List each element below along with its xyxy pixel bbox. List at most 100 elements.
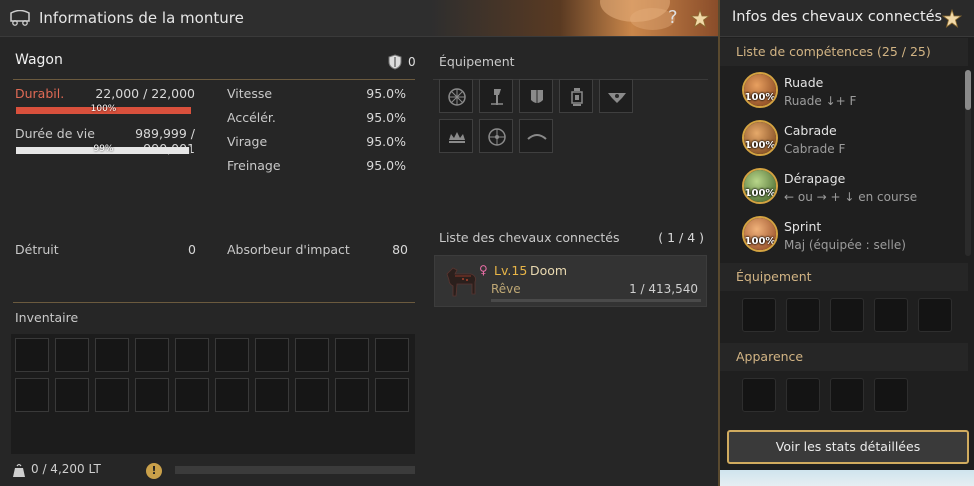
yoke-icon (527, 134, 547, 140)
equipment-slot[interactable] (599, 79, 633, 113)
skills-section-header: Liste de compétences (25 / 25) (720, 38, 968, 66)
armor-plate-icon (531, 90, 543, 103)
horse-appearance-slot[interactable] (786, 378, 820, 412)
horse-equipment-slot[interactable] (874, 298, 908, 332)
help-button[interactable]: ? (668, 7, 678, 28)
emblem-icon (608, 93, 626, 103)
inventory-slot[interactable] (175, 338, 209, 372)
star-emblem-icon[interactable] (690, 9, 710, 29)
skill-keys: ← ou → + ↓ en course (784, 190, 918, 204)
horse-experience: 1 / 413,540 (629, 282, 698, 296)
skill-name: Cabrade (784, 123, 837, 138)
inventory-slot[interactable] (95, 338, 129, 372)
wheel-spoke-icon (488, 128, 506, 146)
stat-value-braking: 95.0% (366, 158, 406, 173)
inventory-slot[interactable] (375, 378, 409, 412)
inventory-slot[interactable] (215, 378, 249, 412)
stat-value-turning: 95.0% (366, 134, 406, 149)
durability-percent: 100% (90, 104, 117, 114)
inventory-grid (11, 334, 415, 454)
inventory-slot[interactable] (135, 338, 169, 372)
impact-absorber-label: Absorbeur d'impact (227, 242, 350, 257)
warning-icon[interactable]: ! (146, 463, 162, 479)
lifespan-bar: 99% (16, 144, 191, 154)
horse-equipment-slot[interactable] (742, 298, 776, 332)
connected-horse-panel: Infos des chevaux connectés Liste de com… (718, 0, 974, 486)
inventory-slot[interactable] (15, 338, 49, 372)
window-title: Informations de la monture (39, 9, 244, 27)
skill-rear-icon[interactable]: 100% (742, 120, 778, 156)
horse-appearance-slot[interactable] (830, 378, 864, 412)
mount-name: Wagon (15, 52, 63, 68)
inventory-slot[interactable] (95, 378, 129, 412)
inventory-slot[interactable] (335, 378, 369, 412)
equipment-section-header: Équipement (720, 263, 968, 291)
inventory-slot[interactable] (175, 378, 209, 412)
inventory-slot[interactable] (255, 338, 289, 372)
destroyed-label: Détruit (15, 242, 59, 257)
inventory-slot[interactable] (295, 338, 329, 372)
durability-bar: 100% (16, 104, 191, 114)
divider (13, 79, 415, 80)
star-emblem-icon[interactable] (942, 9, 962, 29)
appearance-heading: Apparence (736, 349, 804, 364)
destroyed-value: 0 (188, 242, 196, 257)
skill-sprint-icon[interactable]: 100% (742, 216, 778, 252)
side-panel-title: Infos des chevaux connectés (732, 9, 943, 25)
scrollbar-thumb[interactable] (965, 70, 971, 110)
inventory-slot[interactable] (215, 338, 249, 372)
inventory-slot[interactable] (295, 378, 329, 412)
equipment-slot[interactable] (519, 79, 553, 113)
skill-kick-icon[interactable]: 100% (742, 72, 778, 108)
equipment-slot[interactable] (439, 79, 473, 113)
crown-icon (449, 132, 465, 143)
horse-appearance-slot[interactable] (874, 378, 908, 412)
divider (13, 302, 415, 303)
connected-horses-heading: Liste des chevaux connectés (439, 230, 620, 245)
stat-label-acceleration: Accélér. (227, 110, 276, 125)
horse-portrait-icon (446, 267, 476, 297)
stat-label-speed: Vitesse (227, 86, 273, 101)
skills-scrollbar[interactable] (965, 70, 971, 256)
horse-level: Lv.15 (494, 263, 528, 278)
equipment-slot[interactable] (479, 79, 513, 113)
inventory-heading: Inventaire (15, 310, 79, 325)
inventory-slot[interactable] (335, 338, 369, 372)
equipment-slot[interactable] (519, 119, 553, 153)
view-detailed-stats-button[interactable]: Voir les stats détaillées (727, 430, 969, 464)
equipment-slot[interactable] (559, 79, 593, 113)
inventory-slot[interactable] (55, 378, 89, 412)
horse-equipment-slot[interactable] (830, 298, 864, 332)
inventory-slot[interactable] (255, 378, 289, 412)
horse-appearance-slot[interactable] (742, 378, 776, 412)
inventory-slot[interactable] (15, 378, 49, 412)
shield-icon (388, 54, 402, 70)
inventory-slot[interactable] (375, 338, 409, 372)
side-title-bar: Infos des chevaux connectés (720, 0, 974, 37)
weight-bar (175, 466, 415, 474)
horse-equipment-slot[interactable] (918, 298, 952, 332)
skill-keys: Cabrade F (784, 142, 846, 156)
lifespan-percent: 99% (93, 144, 114, 154)
horse-equipment-slot[interactable] (786, 298, 820, 332)
durability-label: Durabil. (15, 86, 65, 101)
inventory-weight: 0 / 4,200 LT (31, 462, 101, 476)
skill-keys: Ruade ↓+ F (784, 94, 857, 108)
horse-list-item[interactable]: ♀ Lv.15 Doom Rêve 1 / 413,540 (434, 255, 707, 307)
inventory-slot[interactable] (135, 378, 169, 412)
skill-name: Dérapage (784, 171, 846, 186)
wagon-icon (10, 10, 30, 26)
side-equipment-heading: Équipement (736, 269, 812, 284)
horse-xp-bar (491, 299, 701, 302)
skill-name: Sprint (784, 219, 822, 234)
equipment-slot[interactable] (439, 119, 473, 153)
mount-info-window: Informations de la monture ? Wagon 0 Dur… (0, 0, 718, 486)
skill-drift-icon[interactable]: 100% (742, 168, 778, 204)
skill-name: Ruade (784, 75, 824, 90)
durability-value: 22,000 / 22,000 (95, 86, 195, 101)
inventory-slot[interactable] (55, 338, 89, 372)
horse-state: Rêve (491, 282, 521, 296)
lantern-icon (571, 88, 583, 106)
equipment-slot[interactable] (479, 119, 513, 153)
appearance-section-header: Apparence (720, 343, 968, 371)
